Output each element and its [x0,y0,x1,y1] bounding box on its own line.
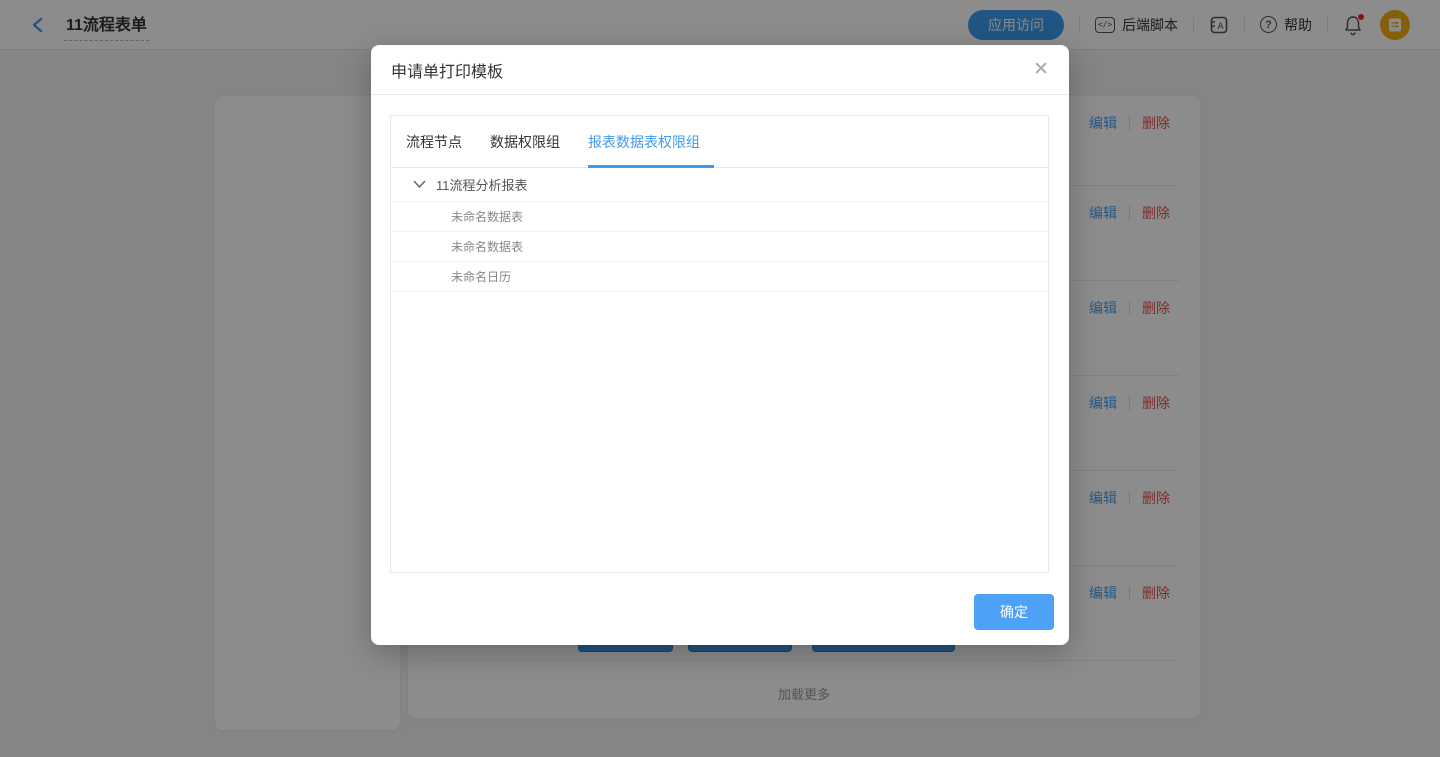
tabs-bar: 流程节点 数据权限组 报表数据表权限组 [391,116,1048,168]
tree-parent-node[interactable]: 11流程分析报表 [391,168,1048,202]
tab-process-nodes[interactable]: 流程节点 [406,116,462,168]
tree-child-node[interactable]: 未命名数据表 [391,202,1048,232]
modal-title: 申请单打印模板 [391,58,503,82]
tree-child-node[interactable]: 未命名日历 [391,262,1048,292]
tab-data-permission-group[interactable]: 数据权限组 [490,116,560,168]
modal-content-box: 流程节点 数据权限组 报表数据表权限组 11流程分析报表 未命名数据表 未命名数… [390,115,1049,573]
tree-parent-label: 11流程分析报表 [436,175,528,194]
tab-report-data-permission-group[interactable]: 报表数据表权限组 [588,116,700,168]
chevron-down-icon[interactable] [413,180,426,189]
confirm-button[interactable]: 确定 [974,594,1054,630]
tree-child-node[interactable]: 未命名数据表 [391,232,1048,262]
print-template-modal: 申请单打印模板 ✕ 流程节点 数据权限组 报表数据表权限组 11流程分析报表 未… [371,45,1069,645]
close-icon[interactable]: ✕ [1033,60,1049,79]
modal-header: 申请单打印模板 ✕ [371,45,1069,95]
